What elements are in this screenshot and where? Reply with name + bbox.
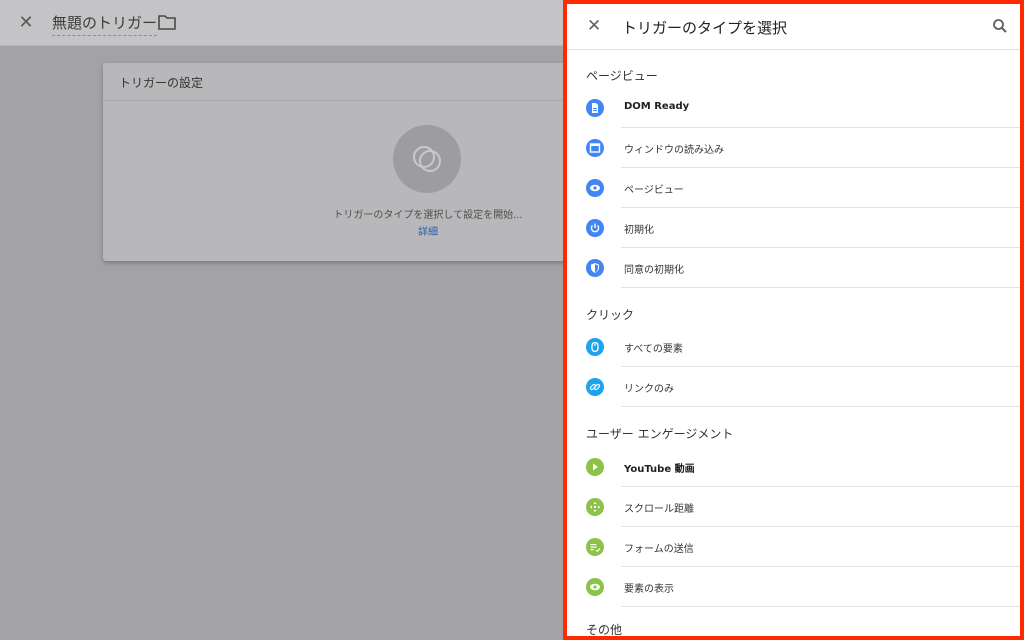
search-icon[interactable]: [992, 18, 1008, 34]
window-icon: [586, 139, 604, 157]
item-label: 初期化: [624, 225, 654, 236]
power-icon: [586, 219, 604, 237]
form-icon: [586, 538, 604, 556]
item-element-visibility[interactable]: 要素の表示: [567, 567, 1020, 607]
item-all-elements[interactable]: すべての要素: [567, 327, 1020, 367]
item-label: 同意の初期化: [624, 265, 684, 276]
item-label: 要素の表示: [624, 584, 674, 595]
eye-icon: [586, 179, 604, 197]
move-arrows-icon: [586, 498, 604, 516]
item-label: YouTube 動画: [624, 464, 695, 475]
mouse-icon: [586, 338, 604, 356]
close-icon[interactable]: ✕: [14, 11, 38, 35]
item-label: ウィンドウの読み込み: [624, 145, 724, 156]
panel-header: ✕ トリガーのタイプを選択: [567, 4, 1020, 50]
item-label: ページビュー: [624, 185, 684, 196]
section-pageview: ページビュー: [586, 69, 658, 83]
item-dom-ready[interactable]: DOM Ready: [567, 88, 1020, 128]
item-label: DOM Ready: [624, 101, 690, 112]
section-engagement: ユーザー エンゲージメント: [586, 427, 734, 441]
divider: [621, 406, 1020, 407]
item-window-loaded[interactable]: ウィンドウの読み込み: [567, 128, 1020, 168]
divider: [621, 287, 1020, 288]
item-label: リンクのみ: [624, 384, 674, 395]
trigger-name-field[interactable]: 無題のトリガー: [52, 12, 158, 36]
card-hint-text: トリガーのタイプを選択して設定を開始...: [333, 210, 523, 221]
item-youtube-video[interactable]: YouTube 動画: [567, 447, 1020, 487]
section-other: その他: [586, 623, 623, 637]
trigger-placeholder-icon[interactable]: [393, 125, 461, 193]
document-icon: [586, 99, 604, 117]
section-click: クリック: [586, 308, 635, 322]
link-icon: [586, 378, 604, 396]
close-icon[interactable]: ✕: [587, 16, 601, 36]
item-initialization[interactable]: 初期化: [567, 208, 1020, 248]
item-scroll-depth[interactable]: スクロール距離: [567, 487, 1020, 527]
panel-title: トリガーのタイプを選択: [622, 19, 788, 37]
item-label: フォームの送信: [624, 544, 694, 555]
item-label: すべての要素: [624, 344, 683, 355]
item-form-submission[interactable]: フォームの送信: [567, 527, 1020, 567]
item-label: スクロール距離: [624, 504, 694, 515]
trigger-config-card: トリガーの設定 トリガーのタイプを選択して設定を開始... 詳細: [103, 63, 573, 261]
item-page-view[interactable]: ページビュー: [567, 168, 1020, 208]
play-icon: [586, 458, 604, 476]
folder-icon[interactable]: [158, 14, 176, 30]
shield-icon: [586, 259, 604, 277]
divider: [621, 606, 1020, 607]
card-title: トリガーの設定: [103, 63, 573, 101]
learn-more-link[interactable]: 詳細: [403, 223, 453, 238]
trigger-type-panel: ✕ トリガーのタイプを選択 ページビュー DOM Ready ウィンドウの読み込…: [563, 0, 1024, 640]
item-consent-initialization[interactable]: 同意の初期化: [567, 248, 1020, 288]
item-just-links[interactable]: リンクのみ: [567, 367, 1020, 407]
eye-icon: [586, 578, 604, 596]
